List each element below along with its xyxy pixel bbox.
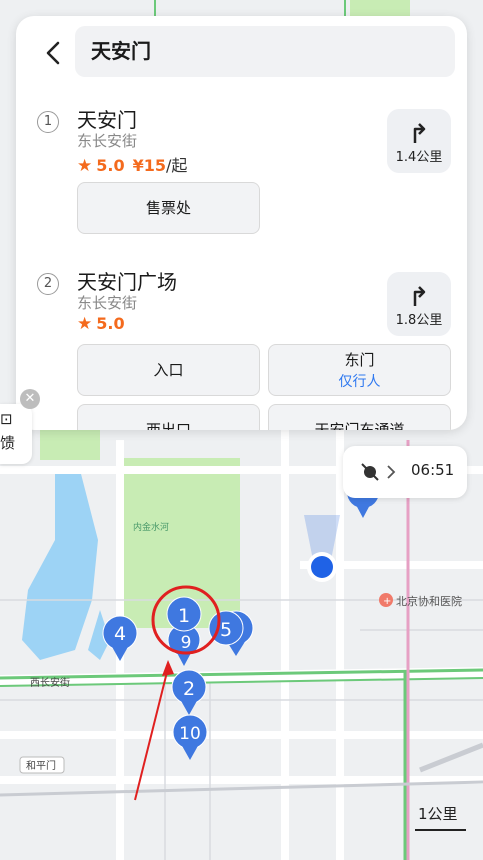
result-name[interactable]: 天安门: [77, 104, 137, 133]
east-passage-button[interactable]: 天安门东通道: [268, 404, 451, 430]
svg-text:5: 5: [220, 619, 232, 641]
east-gate-button[interactable]: 东门 仅行人: [268, 344, 451, 396]
road-label-west-changan: 西长安街: [30, 676, 70, 689]
svg-text:+: +: [383, 596, 391, 607]
star-icon: ★: [77, 314, 93, 334]
pedestrian-only-label: 仅行人: [338, 374, 381, 390]
navigate-button[interactable]: 1.8公里: [387, 272, 451, 336]
turn-right-icon: [413, 123, 426, 143]
road-label-heping: 和平门: [26, 759, 56, 772]
trip-time-chip[interactable]: 06:51: [343, 446, 467, 498]
park-label: 内金水河: [133, 521, 169, 533]
result-price-unit: /起: [166, 156, 188, 175]
result-name[interactable]: 天安门广场: [77, 266, 177, 295]
feedback-icon: ⊡: [0, 410, 13, 428]
result-index: 1: [37, 111, 59, 133]
svg-text:10: 10: [179, 724, 201, 744]
result-index: 2: [37, 273, 59, 295]
my-location-dot: [311, 556, 333, 578]
result-rating: ★ 5.0: [77, 314, 125, 334]
svg-text:4: 4: [114, 623, 126, 645]
time-label: 06:51: [411, 461, 455, 479]
svg-text:2: 2: [183, 678, 195, 700]
feedback-chip[interactable]: ⊡ 馈: [0, 404, 32, 464]
satellite-icon: [361, 463, 379, 481]
distance-label: 1.4公里: [395, 150, 443, 165]
turn-right-icon: [413, 286, 426, 306]
search-result-panel: 天安门 1 天安门 东长安街 ★ 5.0 ¥15/起 1.4公里 售票处 2 天安门…: [16, 16, 467, 430]
back-button[interactable]: [40, 38, 68, 68]
svg-text:1: 1: [178, 605, 190, 627]
chevron-right-icon: [387, 465, 396, 479]
entrance-button[interactable]: 入口: [77, 344, 260, 396]
feedback-label: 馈: [0, 434, 16, 452]
result-rating: ★ 5.0 ¥15/起: [77, 156, 188, 176]
star-icon: ★: [77, 156, 93, 176]
navigate-button[interactable]: 1.4公里: [387, 109, 451, 173]
close-icon[interactable]: ✕: [20, 389, 40, 409]
svg-text:9: 9: [181, 633, 192, 653]
distance-label: 1.8公里: [395, 313, 443, 328]
search-input[interactable]: 天安门: [75, 26, 455, 77]
west-exit-button[interactable]: 西出口: [77, 404, 260, 430]
scale-label: 1公里: [418, 805, 458, 823]
result-address: 东长安街: [77, 132, 138, 150]
result-address: 东长安街: [77, 294, 138, 312]
ticket-office-button[interactable]: 售票处: [77, 182, 260, 234]
hospital-label: 北京协和医院: [396, 594, 462, 608]
chevron-left-icon: [46, 41, 60, 65]
result-price: ¥15: [132, 156, 166, 175]
map-marker-1[interactable]: 1: [166, 596, 202, 632]
